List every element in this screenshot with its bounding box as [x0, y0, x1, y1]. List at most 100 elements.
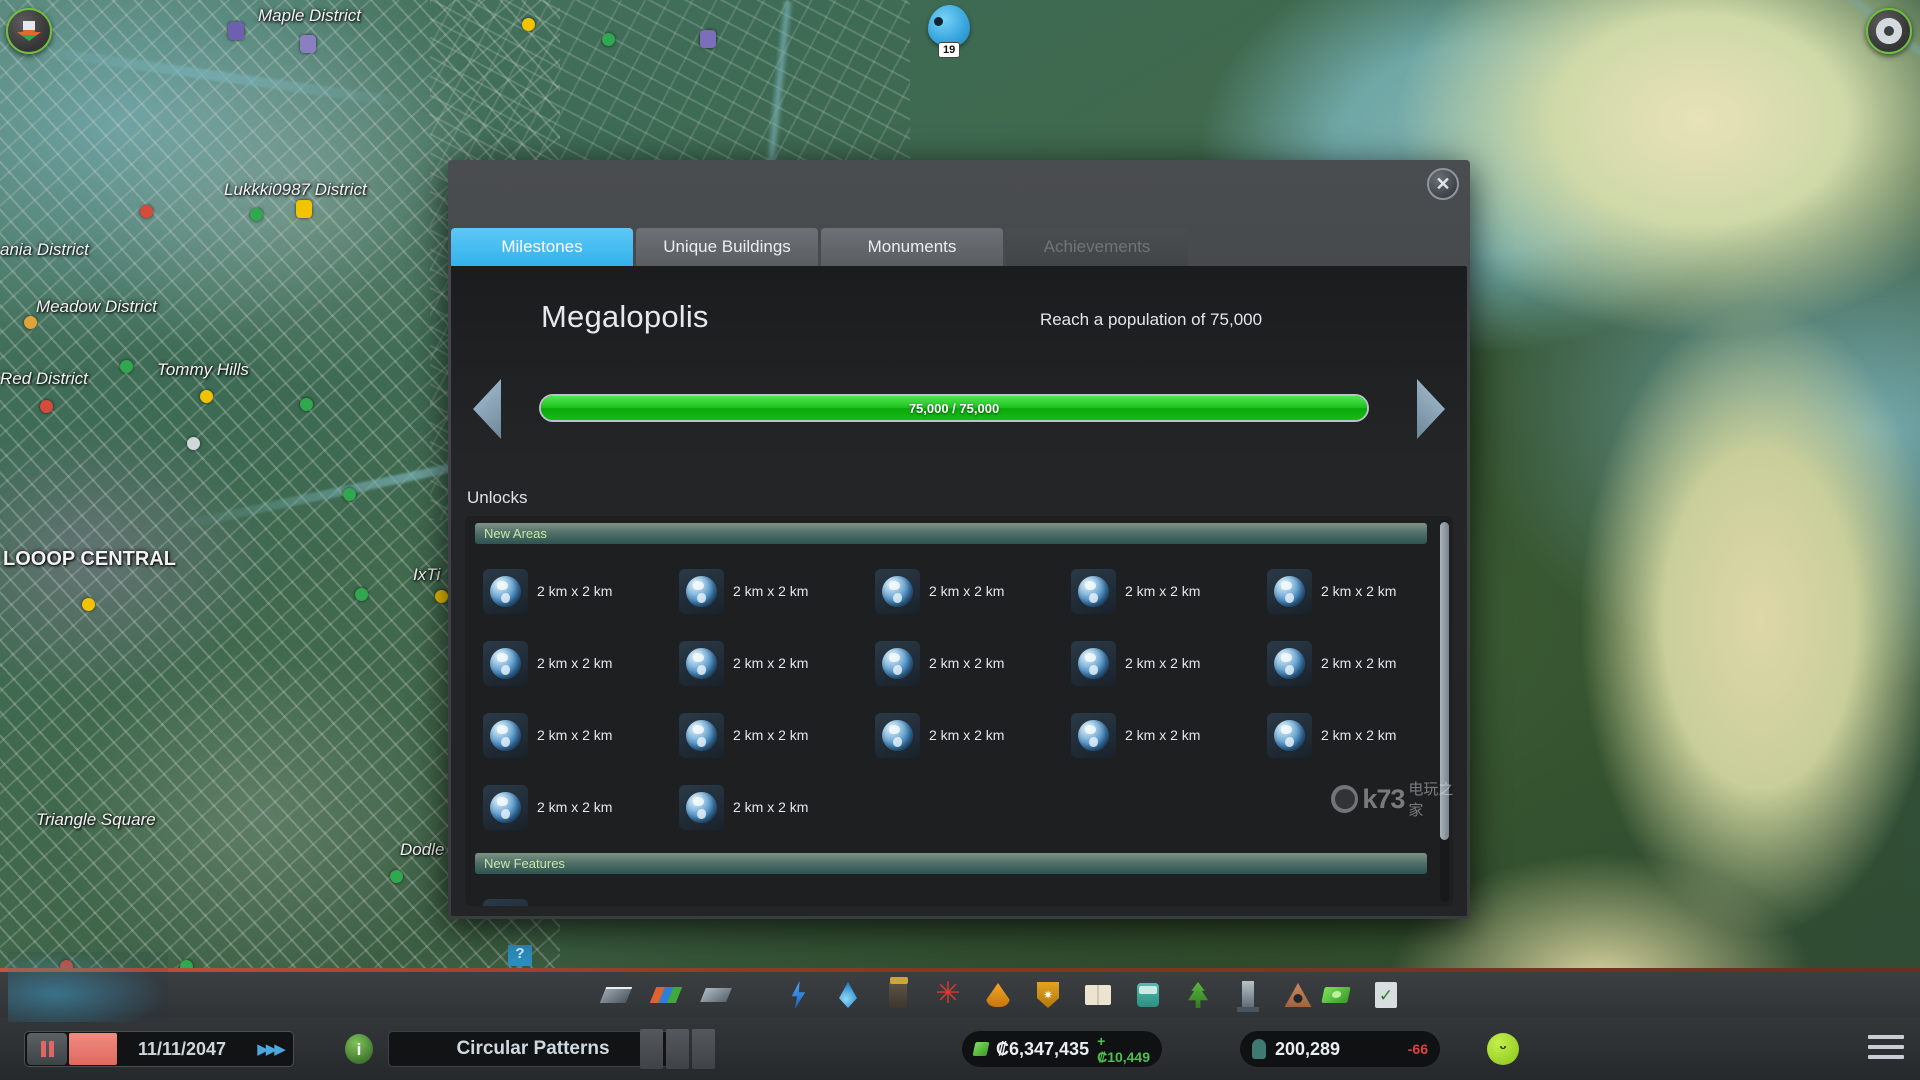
toolbar-secondary-group: ✓ [1320, 972, 1402, 1018]
view-tab-2[interactable] [666, 1029, 689, 1069]
fast-forward-button[interactable]: ▶▶▶ [247, 1040, 293, 1058]
happiness-face-icon[interactable]: ᵕ [1487, 1033, 1519, 1065]
money-value: ₡6,347,435 [996, 1038, 1090, 1059]
roads-tool-icon[interactable] [599, 979, 633, 1011]
unlock-item[interactable]: 2 km x 2 km [1071, 556, 1267, 626]
globe-icon [875, 712, 920, 758]
globe-icon [686, 575, 717, 607]
map-marker[interactable] [40, 400, 53, 413]
view-tab-3[interactable] [692, 1029, 715, 1069]
policies-tool-icon[interactable]: ✓ [1370, 979, 1402, 1011]
unlock-item[interactable]: 2 km x 2 km [875, 628, 1071, 698]
view-tab-1[interactable] [640, 1029, 663, 1069]
tab-label: Monuments [867, 237, 957, 256]
map-marker[interactable] [602, 33, 615, 46]
unlock-item[interactable]: 2 km x 2 km [483, 556, 679, 626]
parks-tool-icon[interactable] [1182, 979, 1214, 1011]
globe-icon [1078, 575, 1109, 607]
map-marker[interactable] [228, 22, 244, 40]
electricity-tool-icon[interactable] [782, 979, 814, 1011]
next-milestone-arrow[interactable] [1417, 379, 1445, 439]
unlock-item[interactable]: 2 km x 2 km [483, 700, 679, 770]
city-name-panel[interactable]: Circular Patterns [388, 1031, 678, 1067]
map-marker[interactable] [140, 205, 153, 218]
unlock-item-label: 2 km x 2 km [1321, 727, 1397, 743]
unlock-item[interactable]: 2 km x 2 km [875, 556, 1071, 626]
close-button[interactable]: ✕ [1427, 168, 1459, 200]
milestone-progress-bar: 75,000 / 75,000 [539, 394, 1369, 422]
info-views-button[interactable]: i [345, 1034, 373, 1064]
unlocks-scrollbar-track[interactable] [1440, 520, 1449, 902]
pause-icon [40, 1041, 46, 1057]
unlock-item[interactable]: 2 km x 2 km [679, 700, 875, 770]
map-marker[interactable] [82, 598, 95, 611]
zoning-tool-icon[interactable] [649, 979, 683, 1011]
population-panel[interactable]: 200,289 -66 [1240, 1031, 1440, 1067]
unlock-grid: 2 km x 2 km 2 km x 2 km 2 km x 2 km 2 km x … [465, 548, 1437, 846]
chirper-bird-icon[interactable] [928, 5, 970, 47]
map-marker[interactable] [300, 398, 313, 411]
tab-achievements: Achievements [1006, 228, 1188, 266]
menu-button[interactable] [1868, 1032, 1904, 1062]
unlocks-scroll-area[interactable]: New Areas 2 km x 2 km 2 km x 2 km 2 km x 2 … [465, 516, 1437, 906]
map-marker[interactable] [24, 316, 37, 329]
map-marker[interactable] [120, 360, 133, 373]
unlock-item[interactable]: Monuments [483, 886, 679, 906]
unlock-item[interactable]: 2 km x 2 km [679, 772, 875, 842]
pause-button[interactable] [27, 1033, 67, 1065]
city-emblem[interactable] [8, 952, 168, 1022]
unlocks-scrollbar-thumb[interactable] [1440, 522, 1449, 840]
unique-buildings-tool-icon[interactable] [1232, 979, 1264, 1012]
unlock-grid: Monuments [465, 878, 1437, 906]
map-marker[interactable] [435, 590, 448, 603]
garbage-tool-icon[interactable] [882, 977, 914, 1011]
unlock-item[interactable]: 2 km x 2 km [679, 628, 875, 698]
unlock-item-label: 2 km x 2 km [733, 655, 809, 671]
unlock-item[interactable]: 2 km x 2 km [1267, 628, 1437, 698]
unlock-item[interactable]: 2 km x 2 km [483, 628, 679, 698]
city-name: Circular Patterns [456, 1038, 610, 1059]
unlock-item-label: 2 km x 2 km [929, 727, 1005, 743]
map-marker[interactable] [522, 18, 535, 31]
toolbar-tool-group: ✳ ✷ [599, 972, 1314, 1018]
globe-icon [686, 719, 717, 751]
tab-milestones[interactable]: Milestones [451, 228, 633, 266]
unlock-item[interactable]: 2 km x 2 km [1267, 556, 1437, 626]
unlock-item[interactable]: 2 km x 2 km [679, 556, 875, 626]
unlock-item[interactable]: 2 km x 2 km [1071, 628, 1267, 698]
police-tool-icon[interactable]: ✷ [1032, 979, 1064, 1011]
previous-milestone-arrow[interactable] [473, 379, 501, 439]
map-marker[interactable] [343, 488, 356, 501]
map-marker[interactable] [300, 35, 316, 53]
healthcare-tool-icon[interactable]: ✳ [932, 979, 964, 1011]
settings-button[interactable] [1866, 8, 1912, 54]
map-marker[interactable] [200, 390, 213, 403]
time-control-panel: 11/11/2047 ▶▶▶ [24, 1031, 294, 1067]
tab-unique-buildings[interactable]: Unique Buildings [636, 228, 818, 266]
map-marker[interactable] [355, 588, 368, 601]
map-marker[interactable] [187, 437, 200, 450]
tab-monuments[interactable]: Monuments [821, 228, 1003, 266]
map-marker[interactable] [250, 208, 263, 221]
unlock-item[interactable]: 2 km x 2 km [875, 700, 1071, 770]
city-info-button[interactable] [6, 8, 52, 54]
monuments-tool-icon[interactable] [1282, 979, 1314, 1011]
water-tool-icon[interactable] [832, 979, 864, 1011]
money-panel[interactable]: ₡6,347,435 +₡10,449 [962, 1031, 1162, 1067]
map-marker[interactable] [700, 30, 716, 48]
fire-department-tool-icon[interactable] [982, 979, 1014, 1011]
districts-tool-icon[interactable] [700, 979, 732, 1011]
population-value: 200,289 [1275, 1038, 1341, 1059]
unlock-item[interactable]: 2 km x 2 km [483, 772, 679, 842]
map-marker[interactable] [296, 200, 312, 218]
unlock-item[interactable]: 2 km x 2 km [1071, 700, 1267, 770]
speed-indicator[interactable] [69, 1033, 117, 1065]
economy-tool-icon[interactable] [1320, 979, 1352, 1011]
population-icon [1252, 1039, 1266, 1059]
milestone-description: Reach a population of 75,000 [1039, 310, 1263, 329]
map-marker[interactable] [390, 870, 403, 883]
unlock-item[interactable]: 2 km x 2 km [1267, 700, 1437, 770]
public-transport-tool-icon[interactable] [1132, 979, 1164, 1011]
monument-triangle-icon [1284, 983, 1312, 1007]
education-tool-icon[interactable] [1082, 979, 1114, 1011]
